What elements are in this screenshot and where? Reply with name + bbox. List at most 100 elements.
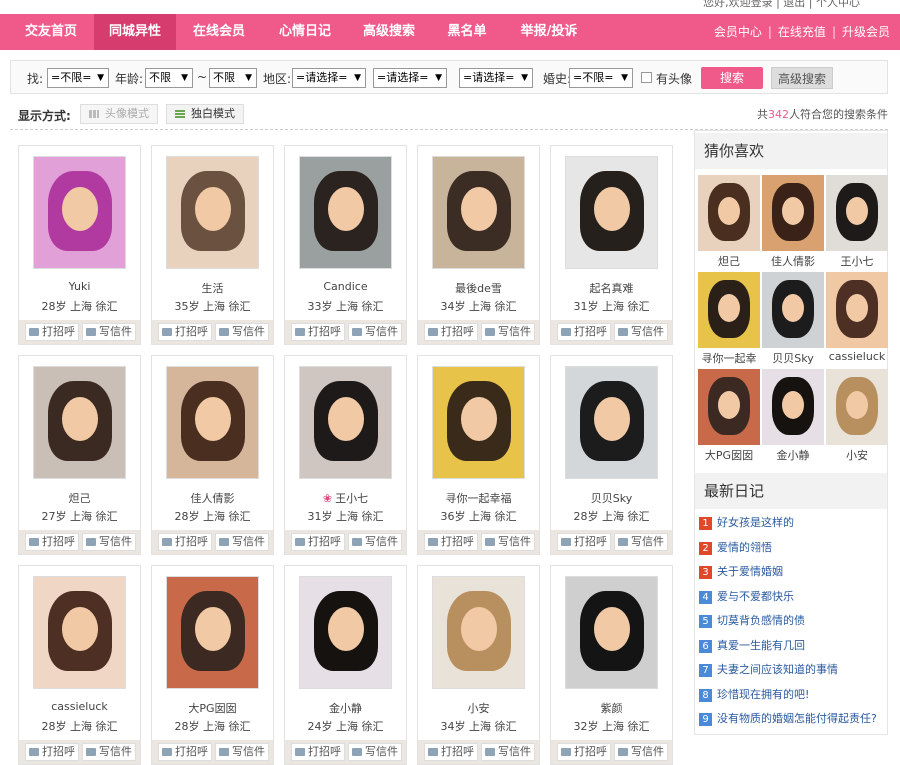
write-mail-button[interactable]: 写信件 (82, 533, 136, 551)
link-recharge[interactable]: 在线充值 (778, 25, 826, 39)
member-name[interactable]: 生活 (152, 280, 273, 296)
write-mail-button[interactable]: 写信件 (215, 533, 269, 551)
diary-item[interactable]: 5 切莫背负感情的债 (699, 612, 885, 630)
member-name[interactable]: 炟己 (19, 490, 140, 506)
write-mail-button[interactable]: 写信件 (82, 323, 136, 341)
greet-button[interactable]: 打招呼 (291, 323, 345, 341)
guess-name[interactable]: 小安 (826, 447, 888, 463)
member-photo[interactable] (299, 156, 392, 269)
write-mail-button[interactable]: 写信件 (614, 533, 668, 551)
member-photo[interactable] (565, 156, 658, 269)
diary-title-text[interactable]: 切莫背负感情的债 (717, 614, 805, 627)
diary-title-text[interactable]: 关于爱情婚姻 (717, 565, 783, 578)
guess-name[interactable]: 金小静 (762, 447, 824, 463)
greet-button[interactable]: 打招呼 (25, 323, 79, 341)
guess-photo[interactable] (698, 175, 760, 251)
member-photo[interactable] (432, 366, 525, 479)
member-card[interactable]: 起名真难 31岁 上海 徐汇 打招呼 写信件 (550, 145, 673, 345)
guess-photo[interactable] (698, 369, 760, 445)
member-name[interactable]: 小安 (418, 700, 539, 716)
search-button[interactable]: 搜索 (701, 67, 763, 89)
nav-blacklist[interactable]: 黑名单 (432, 14, 502, 50)
guess-name[interactable]: 贝贝Sky (762, 350, 824, 366)
greet-button[interactable]: 打招呼 (158, 323, 212, 341)
guess-photo[interactable] (762, 369, 824, 445)
age-from-select[interactable]: 不限 ▼ (145, 68, 193, 88)
member-photo[interactable] (299, 576, 392, 689)
diary-title-text[interactable]: 珍惜现在拥有的吧! (717, 688, 809, 701)
greet-button[interactable]: 打招呼 (557, 533, 611, 551)
member-name[interactable]: 起名真难 (551, 280, 672, 296)
greet-button[interactable]: 打招呼 (158, 533, 212, 551)
diary-title-text[interactable]: 爱情的翎悟 (717, 541, 772, 554)
member-photo[interactable] (166, 156, 259, 269)
member-photo[interactable] (166, 576, 259, 689)
monologue-mode-button[interactable]: 独白模式 (166, 104, 244, 124)
nav-advanced[interactable]: 高级搜索 (350, 14, 428, 50)
guess-photo[interactable] (762, 272, 824, 348)
greet-button[interactable]: 打招呼 (557, 743, 611, 761)
greet-button[interactable]: 打招呼 (158, 743, 212, 761)
nav-online[interactable]: 在线会员 (180, 14, 258, 50)
guess-name[interactable]: 炟己 (698, 253, 760, 269)
member-name[interactable]: 金小静 (285, 700, 406, 716)
age-to-select[interactable]: 不限 ▼ (209, 68, 257, 88)
member-card[interactable]: 贝贝Sky 28岁 上海 徐汇 打招呼 写信件 (550, 355, 673, 555)
greet-button[interactable]: 打招呼 (25, 743, 79, 761)
guess-photo[interactable] (698, 272, 760, 348)
region-city-select[interactable]: =请选择= ▼ (373, 68, 447, 88)
avatar-mode-button[interactable]: 头像模式 (80, 104, 158, 124)
diary-item[interactable]: 8 珍惜现在拥有的吧! (699, 686, 885, 704)
guess-name[interactable]: cassieluck (826, 350, 888, 363)
write-mail-button[interactable]: 写信件 (614, 323, 668, 341)
guess-photo[interactable] (826, 369, 888, 445)
diary-item[interactable]: 9 没有物质的婚姻怎能付得起责任? (699, 710, 885, 728)
diary-item[interactable]: 2 爱情的翎悟 (699, 539, 885, 557)
nav-home[interactable]: 交友首页 (12, 14, 90, 50)
greet-button[interactable]: 打招呼 (291, 533, 345, 551)
guess-photo[interactable] (762, 175, 824, 251)
diary-title-text[interactable]: 好女孩是这样的 (717, 516, 794, 529)
member-card[interactable]: Yuki 28岁 上海 徐汇 打招呼 写信件 (18, 145, 141, 345)
member-photo[interactable] (33, 576, 126, 689)
member-name[interactable]: ❀ 王小七 (285, 490, 406, 506)
member-name[interactable]: cassieluck (19, 700, 140, 713)
diary-item[interactable]: 7 夫妻之间应该知道的事情 (699, 661, 885, 679)
diary-item[interactable]: 3 关于爱情婚姻 (699, 563, 885, 581)
write-mail-button[interactable]: 写信件 (348, 533, 402, 551)
greet-button[interactable]: 打招呼 (424, 533, 478, 551)
diary-title-text[interactable]: 爱与不爱都快乐 (717, 590, 794, 603)
member-name[interactable]: 紫颜 (551, 700, 672, 716)
member-card[interactable]: 最後de雪 34岁 上海 徐汇 打招呼 写信件 (417, 145, 540, 345)
region-province-select[interactable]: =请选择= ▼ (292, 68, 366, 88)
guess-name[interactable]: 佳人倩影 (762, 253, 824, 269)
member-card[interactable]: 金小静 24岁 上海 徐汇 打招呼 写信件 (284, 565, 407, 765)
diary-item[interactable]: 1 好女孩是这样的 (699, 514, 885, 532)
diary-title-text[interactable]: 真爱一生能有几回 (717, 639, 805, 652)
member-name[interactable]: Yuki (19, 280, 140, 293)
advanced-search-button[interactable]: 高级搜索 (771, 67, 833, 89)
greet-button[interactable]: 打招呼 (291, 743, 345, 761)
has-avatar-checkbox[interactable] (641, 72, 652, 83)
member-card[interactable]: 寻你一起幸福 36岁 上海 徐汇 打招呼 写信件 (417, 355, 540, 555)
nav-report[interactable]: 举报/投诉 (508, 14, 590, 50)
diary-title-text[interactable]: 夫妻之间应该知道的事情 (717, 663, 838, 676)
member-card[interactable]: 紫颜 32岁 上海 徐汇 打招呼 写信件 (550, 565, 673, 765)
write-mail-button[interactable]: 写信件 (82, 743, 136, 761)
greet-button[interactable]: 打招呼 (557, 323, 611, 341)
diary-item[interactable]: 6 真爱一生能有几回 (699, 637, 885, 655)
guess-photo[interactable] (826, 272, 888, 348)
nav-diary[interactable]: 心情日记 (266, 14, 344, 50)
member-photo[interactable] (432, 156, 525, 269)
nav-local[interactable]: 同城异性 (94, 14, 176, 50)
link-upgrade[interactable]: 升级会员 (842, 25, 890, 39)
guess-name[interactable]: 大PG囡囡 (698, 447, 760, 463)
link-member-center[interactable]: 会员中心 (714, 25, 762, 39)
diary-item[interactable]: 4 爱与不爱都快乐 (699, 588, 885, 606)
member-photo[interactable] (33, 366, 126, 479)
member-card[interactable]: 生活 35岁 上海 徐汇 打招呼 写信件 (151, 145, 274, 345)
member-photo[interactable] (565, 366, 658, 479)
marriage-select[interactable]: =不限= ▼ (569, 68, 633, 88)
member-photo[interactable] (432, 576, 525, 689)
member-name[interactable]: 佳人倩影 (152, 490, 273, 506)
